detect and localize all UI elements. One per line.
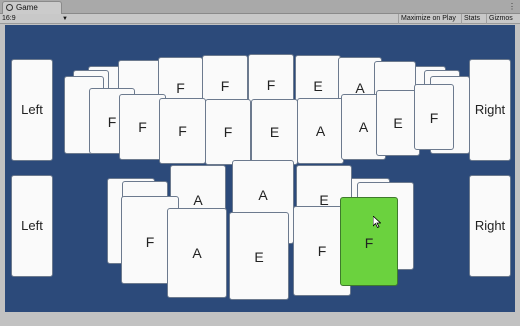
card[interactable]: F xyxy=(159,98,206,164)
card-letter: F xyxy=(220,78,230,94)
editor-tab-bar: Game ⋮ xyxy=(0,0,520,14)
card-letter: E xyxy=(393,115,403,131)
card[interactable]: A xyxy=(167,208,227,298)
game-toolbar: 16:9 ▼ Maximize on Play Stats Gizmos xyxy=(0,14,520,24)
left-button-bottom[interactable]: Left xyxy=(11,175,53,277)
card[interactable]: E xyxy=(229,212,289,300)
left-button-top[interactable]: Left xyxy=(11,59,53,161)
aspect-dropdown[interactable]: 16:9 ▼ xyxy=(2,14,68,24)
card-letter: F xyxy=(176,80,185,96)
card-letter: A xyxy=(315,123,326,139)
tab-menu-icon[interactable]: ⋮ xyxy=(508,2,516,11)
card[interactable]: F xyxy=(414,84,454,150)
card[interactable]: E xyxy=(251,99,298,165)
maximize-on-play-button[interactable]: Maximize on Play xyxy=(398,14,458,24)
card-letter: F xyxy=(223,124,233,140)
card-letter: F xyxy=(429,110,439,126)
chevron-down-icon: ▼ xyxy=(62,16,68,22)
game-view-icon xyxy=(6,4,13,11)
card-letter: E xyxy=(313,78,323,94)
selected-card[interactable]: F xyxy=(340,197,398,286)
game-tab[interactable]: Game xyxy=(2,1,62,14)
card[interactable]: F xyxy=(205,99,251,165)
right-button-top[interactable]: Right xyxy=(469,59,511,161)
card-letter: E xyxy=(254,249,264,265)
card-letter: A xyxy=(258,187,268,203)
card-letter: A xyxy=(193,192,203,208)
gizmos-button[interactable]: Gizmos xyxy=(486,14,515,24)
mouse-cursor-icon xyxy=(373,216,381,228)
card-letter: F xyxy=(178,123,187,139)
right-button-bottom[interactable]: Right xyxy=(469,175,511,277)
card-letter: F xyxy=(266,77,276,93)
card-letter: F xyxy=(364,235,374,251)
game-tab-label: Game xyxy=(16,3,38,12)
stats-button[interactable]: Stats xyxy=(461,14,482,24)
card-letter: E xyxy=(269,124,280,140)
card-letter: A xyxy=(192,245,202,261)
aspect-label: 16:9 xyxy=(2,15,16,22)
card[interactable]: A xyxy=(297,98,344,164)
status-strip xyxy=(0,312,520,326)
